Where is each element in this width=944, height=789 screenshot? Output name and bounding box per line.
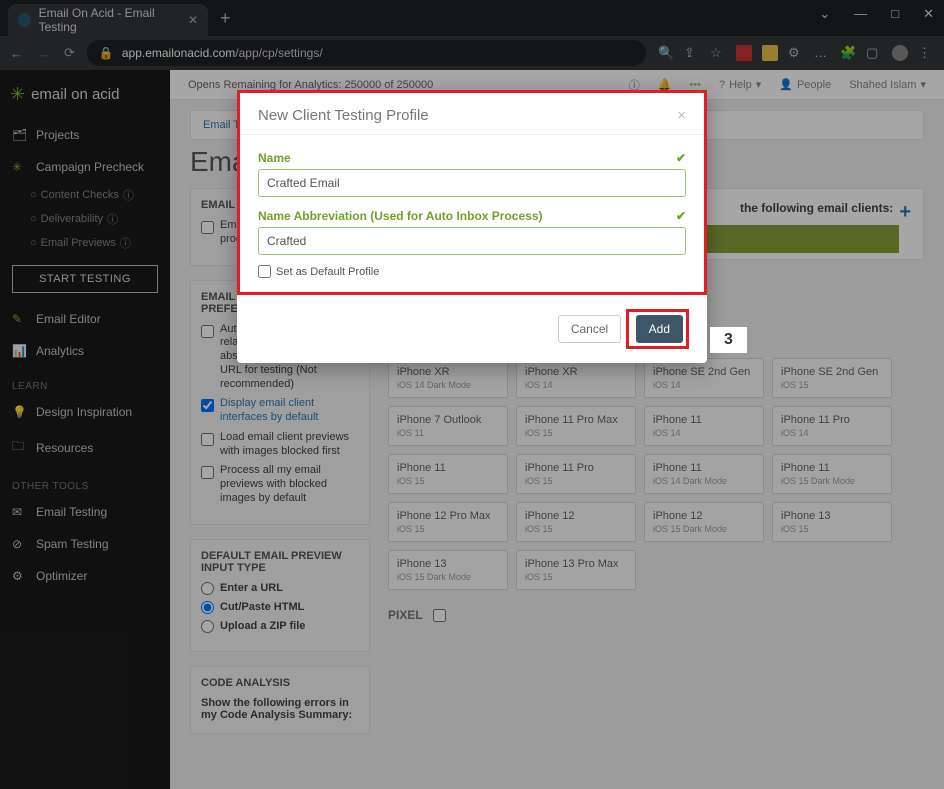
add-button[interactable]: Add [636,315,683,343]
modal-close-icon[interactable]: × [677,107,686,124]
cancel-button[interactable]: Cancel [558,315,621,343]
modal: New Client Testing Profile × Name ✔ Name … [237,90,707,363]
step-badge: 3 [710,327,747,353]
default-checkbox[interactable] [258,265,271,278]
modal-title: New Client Testing Profile [258,107,429,124]
default-label: Set as Default Profile [276,266,379,278]
check-icon: ✔ [676,151,686,165]
abbr-label: Name Abbreviation (Used for Auto Inbox P… [258,209,543,223]
name-label: Name [258,151,291,165]
check-icon: ✔ [676,209,686,223]
abbr-input[interactable] [258,227,686,255]
name-input[interactable] [258,169,686,197]
